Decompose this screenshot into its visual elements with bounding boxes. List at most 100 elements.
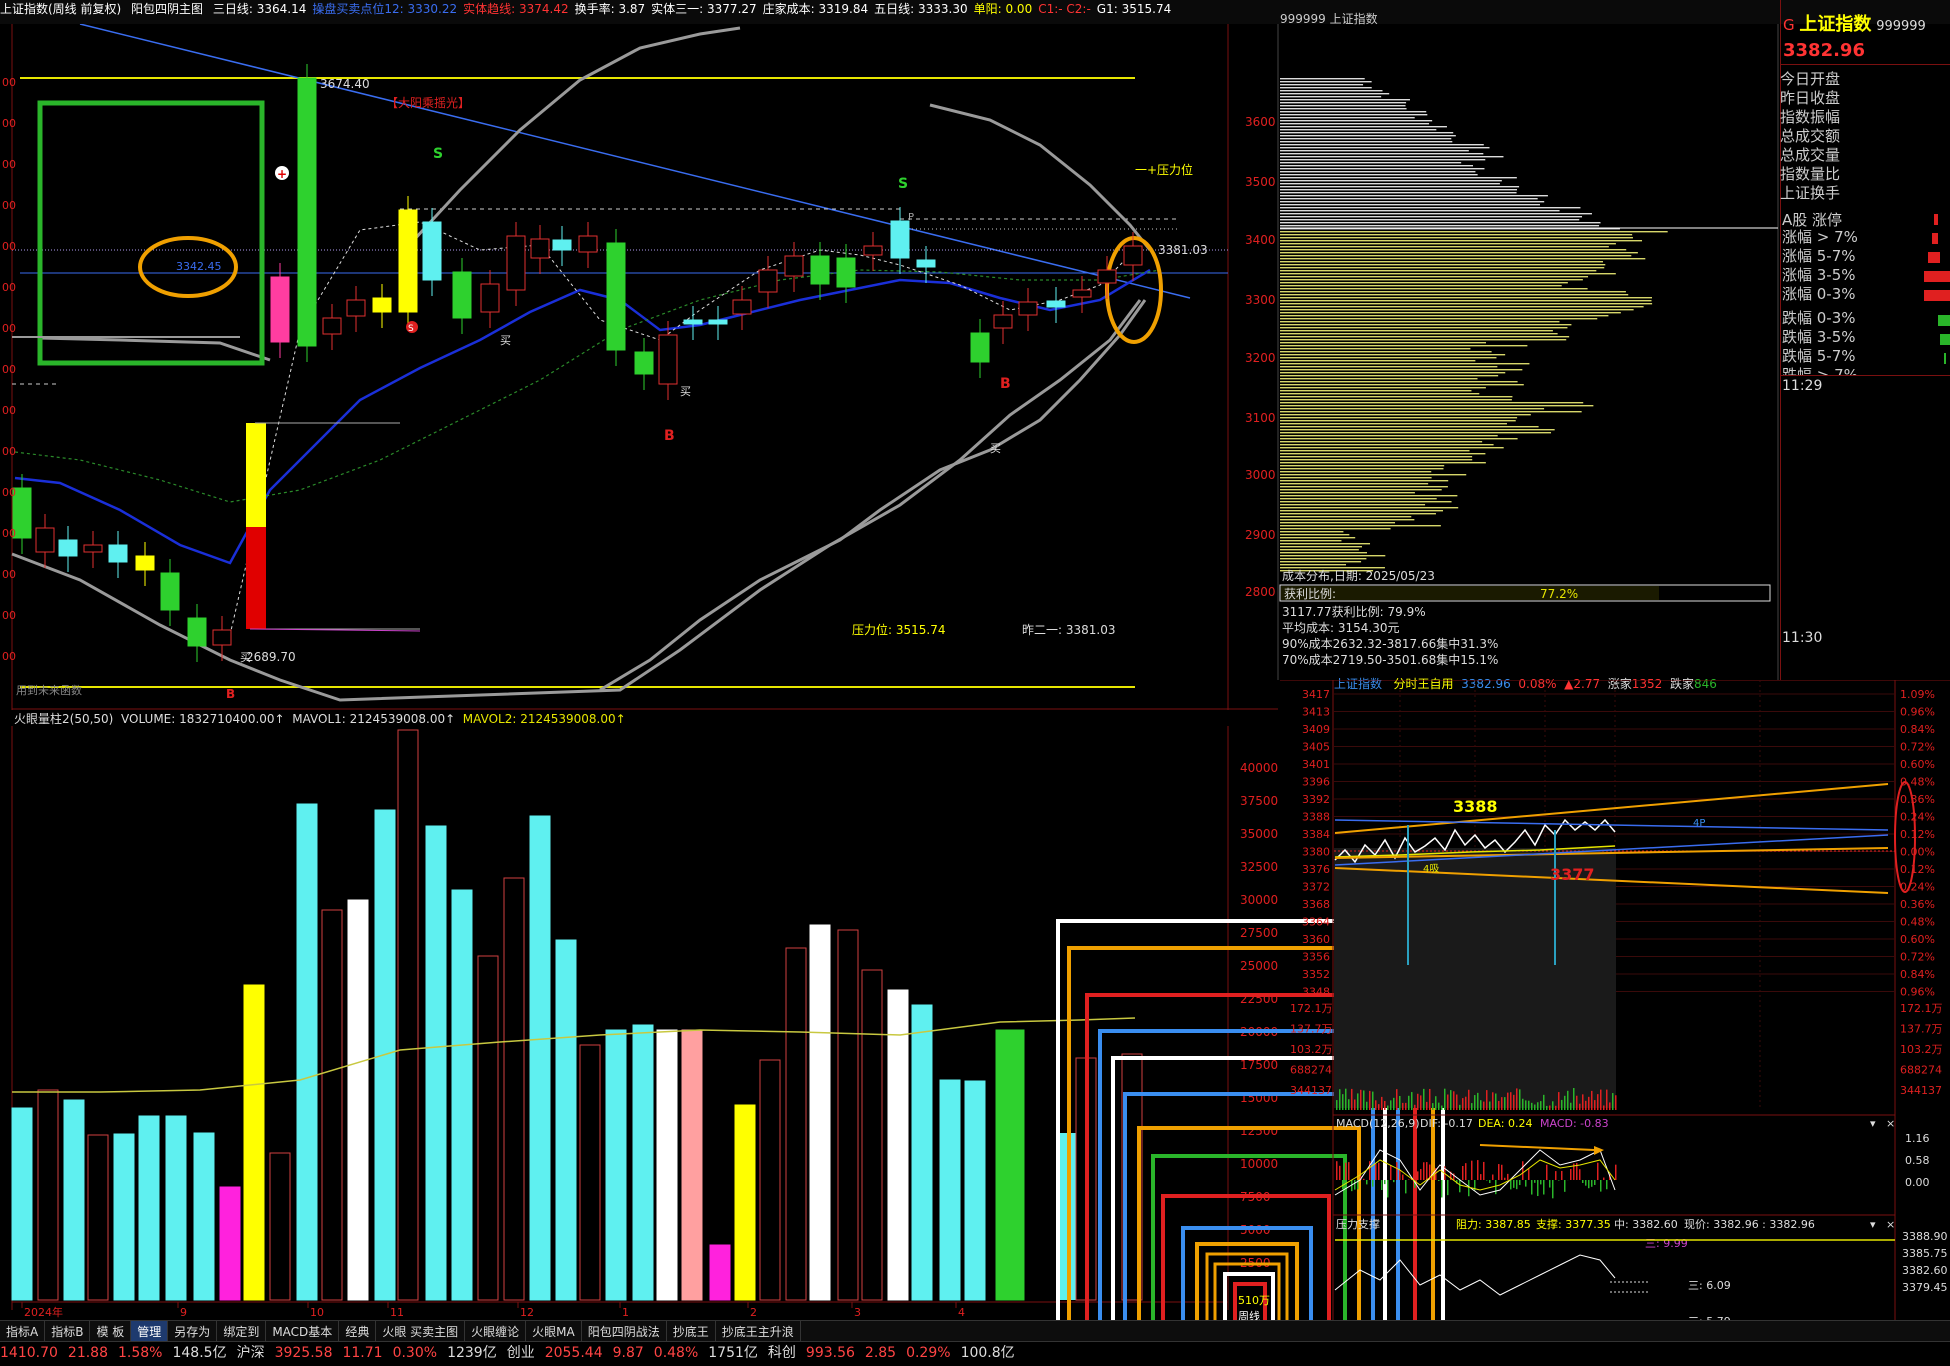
volume-indicator-name[interactable]: 火眼量柱2(50,50) (14, 712, 113, 726)
candle-body[interactable] (971, 333, 989, 362)
indicator-tab[interactable]: 指标A (0, 1321, 45, 1342)
intraday-chart[interactable]: 3388 3377 4P 4吸 MACD(12,26,9) DIF: -0.17… (1280, 680, 1950, 1340)
volume-bar[interactable] (657, 1030, 677, 1300)
candle-body[interactable] (36, 528, 54, 552)
volume-bar[interactable] (682, 1030, 702, 1300)
candle-body[interactable] (733, 300, 751, 314)
volume-bar[interactable] (478, 956, 498, 1300)
candle-body[interactable] (837, 258, 855, 287)
candle-body[interactable] (531, 239, 549, 258)
volume-bar[interactable] (38, 1090, 58, 1300)
candle-body[interactable] (759, 270, 777, 292)
volume-bar[interactable] (166, 1116, 186, 1300)
indicator-name[interactable]: 阳包四阴主图 (131, 2, 203, 16)
volume-bar[interactable] (810, 925, 830, 1300)
volume-bar[interactable] (888, 990, 908, 1300)
candle-body[interactable] (136, 556, 154, 570)
volume-bar[interactable] (633, 1025, 653, 1300)
candle-body[interactable] (423, 222, 441, 280)
candle-body[interactable] (323, 318, 341, 334)
main-candle-chart[interactable]: 3342.45 3674.40 2689.70 【大阳乘摇光】 一+压力位 33… (0, 24, 1280, 710)
candle-body[interactable] (684, 320, 702, 324)
volume-bar[interactable] (270, 1153, 290, 1300)
candle-body[interactable] (213, 630, 231, 645)
volume-bar[interactable] (452, 890, 472, 1300)
index-title[interactable]: 上证指数(周线 前复权) (0, 2, 121, 16)
candle-body[interactable] (635, 352, 653, 374)
candle-body[interactable] (298, 78, 316, 346)
volume-bar[interactable] (12, 1108, 32, 1300)
volume-bar[interactable] (88, 1135, 108, 1300)
volume-bar[interactable] (348, 900, 368, 1300)
volume-bar[interactable] (862, 970, 882, 1300)
volume-bar[interactable] (606, 1030, 626, 1300)
candle-body[interactable] (709, 320, 727, 324)
candle-body[interactable] (864, 246, 882, 255)
candle-body[interactable] (579, 236, 597, 252)
volume-bar[interactable] (426, 826, 446, 1300)
volume-bar[interactable] (735, 1105, 755, 1300)
candle-body[interactable] (271, 277, 289, 342)
volume-bar[interactable] (838, 930, 858, 1300)
candle-body[interactable] (994, 315, 1012, 328)
candle-body[interactable] (1019, 302, 1037, 315)
volume-bar[interactable] (556, 940, 576, 1300)
candle-body[interactable] (373, 298, 391, 312)
volume-bar[interactable] (297, 804, 317, 1300)
indicator-tab[interactable]: 管理 (131, 1321, 168, 1342)
candle-body[interactable] (785, 256, 803, 276)
volume-bar[interactable] (398, 730, 418, 1300)
candle-body[interactable] (399, 210, 417, 312)
candle-body[interactable] (84, 545, 102, 552)
indicator-tab[interactable]: 抄底王主升浪 (716, 1321, 801, 1342)
volume-bar[interactable] (760, 1060, 780, 1300)
volume-bar[interactable] (996, 1030, 1024, 1300)
candle-body[interactable] (59, 540, 77, 556)
volume-bar[interactable] (580, 1045, 600, 1300)
volume-bar[interactable] (194, 1133, 214, 1300)
volume-bar[interactable] (912, 1005, 932, 1300)
volume-bar[interactable] (530, 816, 550, 1300)
candle-body[interactable] (553, 240, 571, 250)
candle-body[interactable] (1098, 270, 1116, 283)
chip-distribution[interactable]: 360035003400330032003100300029002800 成本分… (1276, 24, 1780, 684)
volume-bar[interactable] (504, 878, 524, 1300)
volume-bar[interactable] (322, 910, 342, 1300)
indicator-tab[interactable]: 阳包四阴战法 (582, 1321, 667, 1342)
candle-body[interactable] (188, 618, 206, 646)
indicator-tab[interactable]: 抄底王 (667, 1321, 716, 1342)
volume-bar[interactable] (710, 1245, 730, 1300)
volume-bar[interactable] (114, 1134, 134, 1300)
candle-body[interactable] (607, 243, 625, 350)
volume-bar[interactable] (139, 1116, 159, 1300)
candle-body[interactable] (109, 545, 127, 562)
volume-bar[interactable] (965, 1081, 985, 1300)
volume-bar[interactable] (940, 1080, 960, 1300)
candle-body[interactable] (347, 300, 365, 316)
candle-body[interactable] (507, 236, 525, 290)
candle-body[interactable] (1047, 301, 1065, 307)
candle-body[interactable] (917, 260, 935, 267)
indicator-tab[interactable]: MACD基本 (266, 1321, 339, 1342)
indicator-tab[interactable]: 指标B (45, 1321, 90, 1342)
indicator-tab[interactable]: 另存为 (168, 1321, 217, 1342)
indicator-tab[interactable]: 火眼MA (526, 1321, 582, 1342)
indicator-tab[interactable]: 火眼 买卖主图 (376, 1321, 465, 1342)
candle-body[interactable] (811, 256, 829, 284)
candle-body[interactable] (1073, 290, 1091, 297)
indicator-tab[interactable]: 火眼缠论 (465, 1321, 526, 1342)
volume-bar[interactable] (64, 1100, 84, 1300)
indicator-tab[interactable]: 模 板 (90, 1321, 131, 1342)
candle-body[interactable] (481, 284, 499, 312)
candle-body[interactable] (453, 272, 471, 318)
candle-body[interactable] (161, 573, 179, 610)
volume-bar[interactable] (220, 1187, 240, 1300)
indicator-tab[interactable]: 绑定到 (217, 1321, 266, 1342)
volume-bar[interactable] (244, 985, 264, 1300)
volume-bar[interactable] (786, 948, 806, 1300)
indicator-tab[interactable]: 经典 (339, 1321, 376, 1342)
candle-body[interactable] (659, 335, 677, 384)
candle-body[interactable] (1124, 246, 1142, 265)
macd-bar (1522, 1161, 1524, 1180)
candle-body[interactable] (891, 221, 909, 258)
